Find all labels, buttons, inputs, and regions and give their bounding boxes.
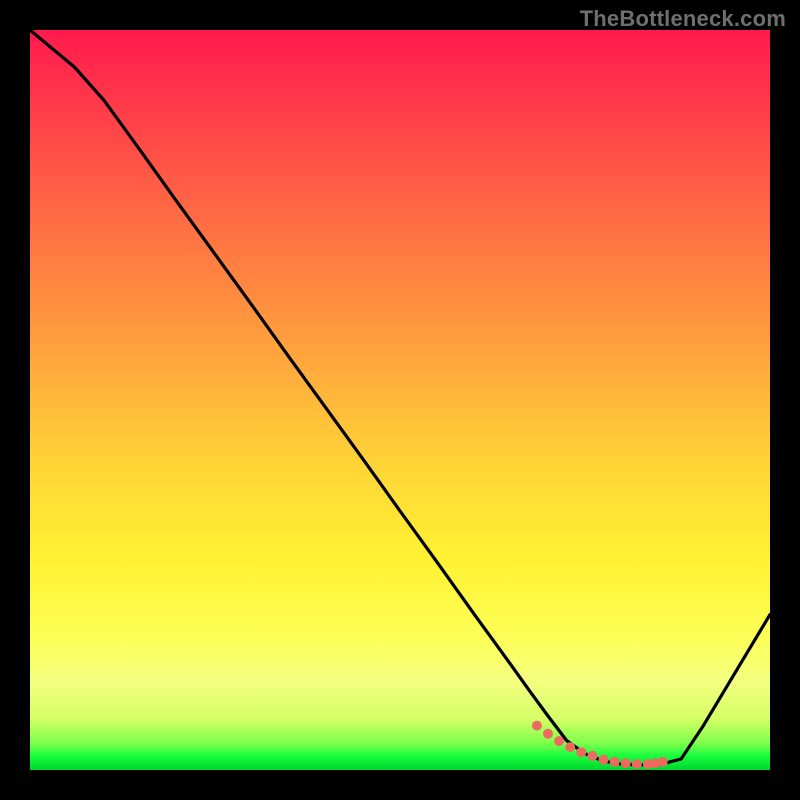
curve-path — [30, 30, 770, 765]
watermark-text: TheBottleneck.com — [580, 6, 786, 32]
bottleneck-curve — [30, 30, 770, 770]
highlight-dot — [565, 742, 575, 752]
plot-area — [30, 30, 770, 770]
highlight-dot — [599, 755, 609, 765]
highlight-dot — [587, 751, 597, 761]
chart-frame: TheBottleneck.com — [0, 0, 800, 800]
highlight-dot — [576, 747, 586, 757]
highlight-markers — [532, 721, 668, 770]
highlight-dot — [621, 758, 631, 768]
highlight-dot — [554, 736, 564, 746]
highlight-dot — [532, 721, 542, 731]
highlight-dot — [610, 757, 620, 767]
highlight-dot — [658, 757, 668, 767]
highlight-dot — [543, 729, 553, 739]
highlight-dot — [632, 759, 642, 769]
